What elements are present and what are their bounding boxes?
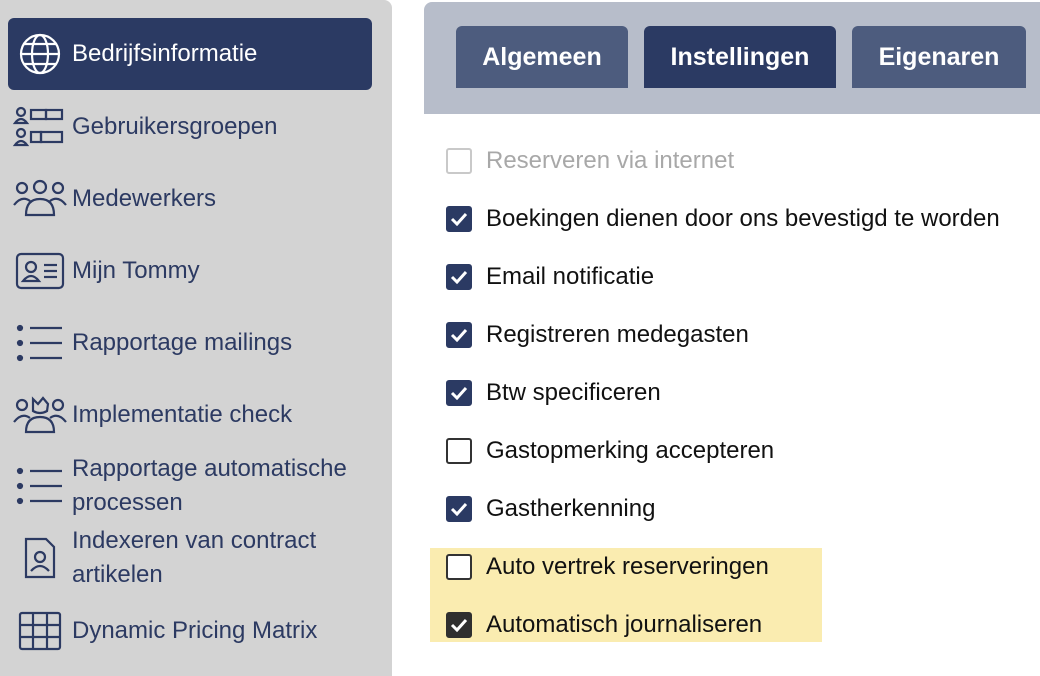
option-label: Btw specificeren bbox=[486, 379, 661, 406]
sidebar-item-label: Dynamic Pricing Matrix bbox=[72, 617, 318, 644]
list-icon bbox=[8, 324, 72, 362]
option-label: Gastopmerking accepteren bbox=[486, 437, 775, 464]
checkmark-icon bbox=[450, 328, 468, 342]
people-check-icon bbox=[8, 395, 72, 435]
option-boekingen-bevestigd[interactable]: Boekingen dienen door ons bevestigd te w… bbox=[446, 201, 1000, 237]
option-gastherkenning[interactable]: Gastherkenning bbox=[446, 491, 655, 527]
sidebar-item-label: Bedrijfsinformatie bbox=[72, 40, 258, 67]
sidebar-item-label: Implementatie check bbox=[72, 401, 293, 428]
contract-icon bbox=[8, 535, 72, 581]
option-reserveren-via-internet[interactable]: Reserveren via internet bbox=[446, 143, 734, 179]
sidebar-item-label: Rapportage automatische processen bbox=[72, 455, 347, 516]
list-icon bbox=[8, 467, 72, 505]
option-label: Email notificatie bbox=[486, 263, 655, 290]
checkmark-icon bbox=[450, 386, 468, 400]
sidebar-item-implementatie-check[interactable]: Implementatie check bbox=[8, 392, 372, 438]
user-groups-icon bbox=[8, 105, 72, 149]
option-registreren-medegasten[interactable]: Registreren medegasten bbox=[446, 317, 749, 353]
sidebar-item-rapportage-automatische-processen[interactable]: Rapportage automatische processen bbox=[8, 452, 372, 520]
tab-instellingen[interactable]: Instellingen bbox=[644, 26, 836, 88]
option-auto-vertrek-reserveringen[interactable]: Auto vertrek reserveringen bbox=[446, 549, 769, 585]
globe-icon bbox=[8, 32, 72, 76]
sidebar-item-medewerkers[interactable]: Medewerkers bbox=[8, 176, 372, 222]
sidebar-item-label: Medewerkers bbox=[72, 185, 217, 212]
sidebar-item-bedrijfsinformatie[interactable]: Bedrijfsinformatie bbox=[8, 18, 372, 90]
option-label: Registreren medegasten bbox=[486, 321, 749, 348]
option-gastopmerking-accepteren[interactable]: Gastopmerking accepteren bbox=[446, 433, 774, 469]
checkbox[interactable] bbox=[446, 322, 472, 348]
checkmark-icon bbox=[450, 502, 468, 516]
sidebar-item-rapportage-mailings[interactable]: Rapportage mailings bbox=[8, 320, 372, 366]
grid-icon bbox=[8, 611, 72, 651]
option-label: Reserveren via internet bbox=[486, 147, 735, 174]
option-label: Gastherkenning bbox=[486, 495, 656, 522]
option-email-notificatie[interactable]: Email notificatie bbox=[446, 259, 654, 295]
sidebar-item-gebruikersgroepen[interactable]: Gebruikersgroepen bbox=[8, 104, 372, 150]
sidebar: Bedrijfsinformatie Gebruikersgroepen Med… bbox=[0, 0, 392, 676]
tab-eigenaren[interactable]: Eigenaren bbox=[852, 26, 1026, 88]
option-label: Auto vertrek reserveringen bbox=[486, 553, 769, 580]
checkbox[interactable] bbox=[446, 612, 472, 638]
option-automatisch-journaliseren[interactable]: Automatisch journaliseren bbox=[446, 607, 762, 643]
checkmark-icon bbox=[450, 618, 468, 632]
checkbox[interactable] bbox=[446, 438, 472, 464]
checkbox[interactable] bbox=[446, 206, 472, 232]
checkmark-icon bbox=[450, 270, 468, 284]
tab-bar: Algemeen Instellingen Eigenaren bbox=[424, 2, 1040, 114]
people-icon bbox=[8, 179, 72, 219]
sidebar-item-dynamic-pricing-matrix[interactable]: Dynamic Pricing Matrix bbox=[8, 608, 372, 654]
sidebar-item-label: Indexeren van contract artikelen bbox=[72, 527, 317, 588]
checkbox[interactable] bbox=[446, 264, 472, 290]
option-label: Automatisch journaliseren bbox=[486, 611, 763, 638]
option-btw-specificeren[interactable]: Btw specificeren bbox=[446, 375, 661, 411]
sidebar-item-label: Rapportage mailings bbox=[72, 329, 293, 356]
checkmark-icon bbox=[450, 212, 468, 226]
checkbox[interactable] bbox=[446, 380, 472, 406]
option-label: Boekingen dienen door ons bevestigd te w… bbox=[486, 205, 1000, 232]
sidebar-item-indexeren-contract-artikelen[interactable]: Indexeren van contract artikelen bbox=[8, 524, 372, 592]
sidebar-item-mijn-tommy[interactable]: Mijn Tommy bbox=[8, 248, 372, 294]
sidebar-item-label: Mijn Tommy bbox=[72, 257, 200, 284]
id-card-icon bbox=[8, 251, 72, 291]
tab-algemeen[interactable]: Algemeen bbox=[456, 26, 628, 88]
checkbox[interactable] bbox=[446, 554, 472, 580]
checkbox[interactable] bbox=[446, 496, 472, 522]
sidebar-item-label: Gebruikersgroepen bbox=[72, 113, 278, 140]
checkbox[interactable] bbox=[446, 148, 472, 174]
